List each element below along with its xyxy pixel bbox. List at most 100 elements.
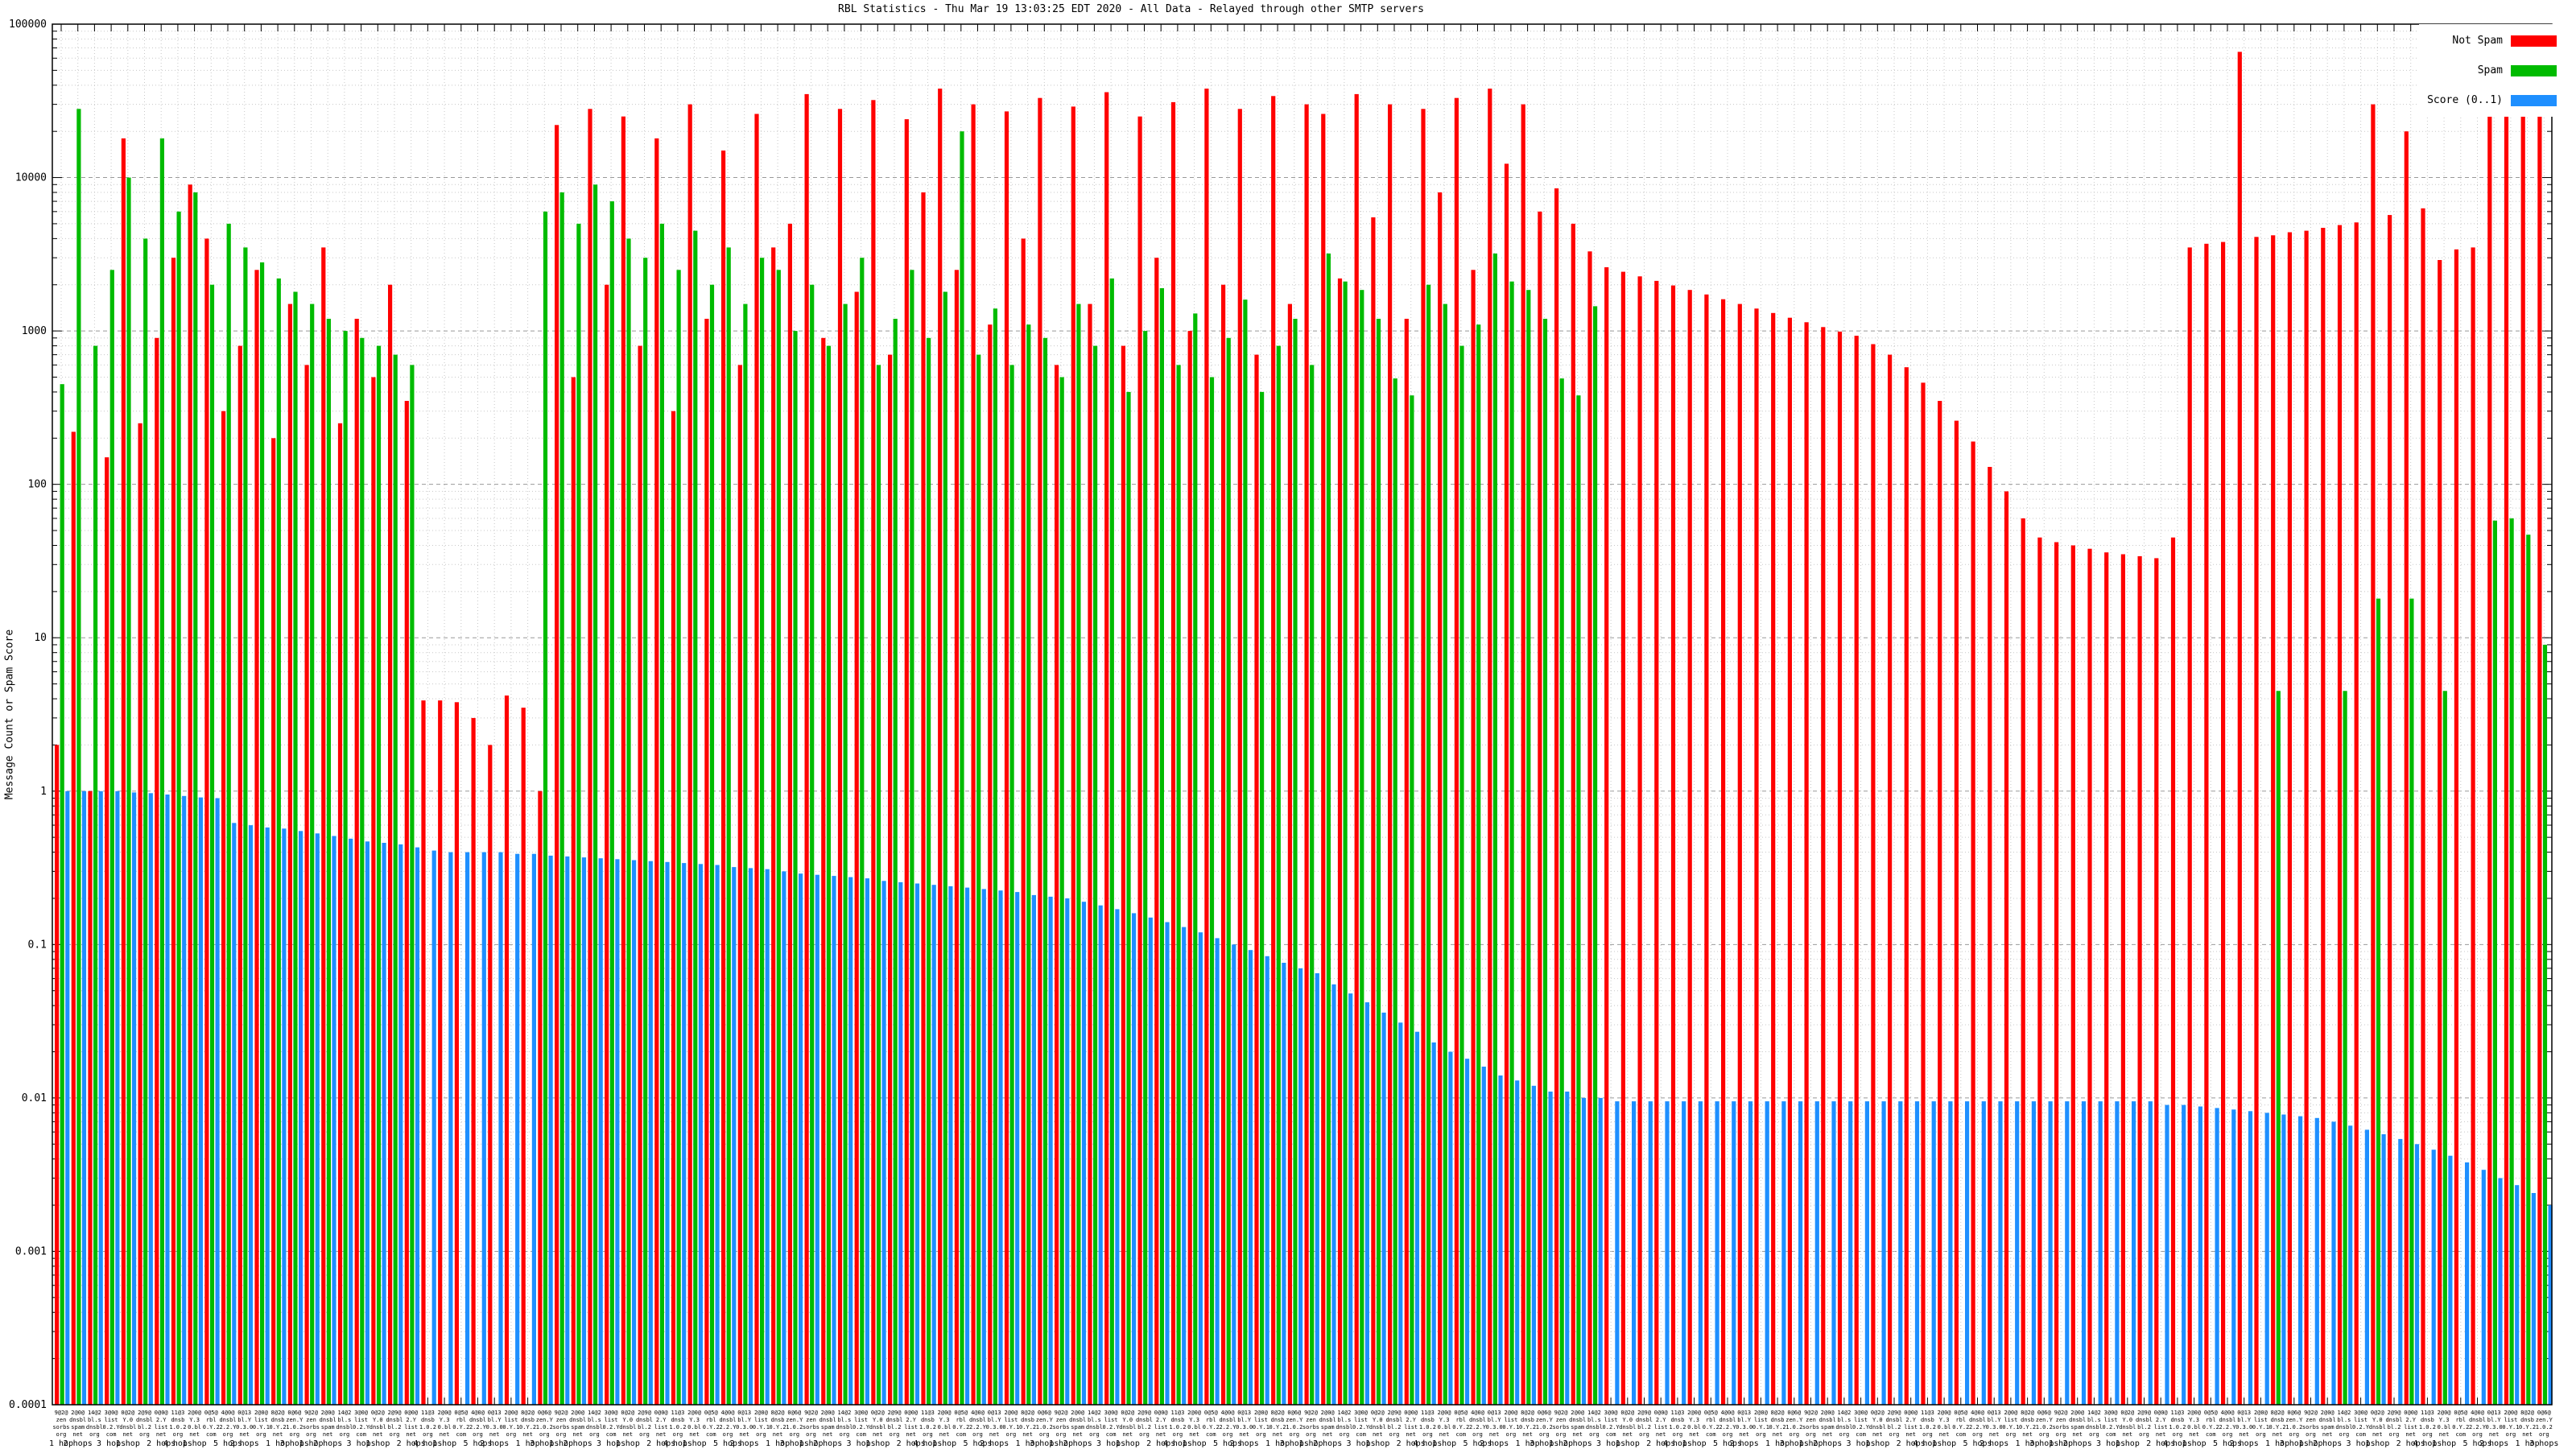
- x-tick-label: 0.Y.2: [952, 1424, 969, 1430]
- x-tick-label: dnsbl: [2335, 1424, 2352, 1430]
- bar-spam: [1109, 278, 1114, 1405]
- x-tick-label: 0.Y.2: [1769, 1424, 1786, 1430]
- x-tick-label: org: [2256, 1431, 2266, 1438]
- x-tick-label: 1.0.2: [2036, 1424, 2053, 1430]
- x-tick-label: bl.s: [1337, 1417, 1351, 1423]
- bar-spam: [676, 270, 681, 1405]
- x-tick-label: org: [1289, 1431, 1299, 1438]
- bar-score: [1465, 1059, 1470, 1405]
- bar-score: [2531, 1193, 2536, 1405]
- x-tick-label: 14@2: [2337, 1410, 2351, 1416]
- x-tick-label: dnsbl: [469, 1417, 486, 1423]
- x-tick-label: spam: [571, 1424, 584, 1430]
- x-tick-label: com: [456, 1431, 466, 1438]
- x-tick-label: 3@0@: [354, 1410, 369, 1416]
- bar-score: [2298, 1116, 2303, 1405]
- x-tick-label: net: [739, 1431, 749, 1438]
- x-tick-label: Y.0: [873, 1417, 883, 1423]
- x-hops-label: 1 hop: [865, 1439, 890, 1448]
- x-tick-label: dnsbl: [619, 1424, 636, 1430]
- bar-not-spam: [155, 337, 159, 1405]
- x-tick-label: dnsb: [1921, 1417, 1934, 1423]
- x-tick-label: net: [1939, 1431, 1950, 1438]
- bar-spam: [1076, 303, 1081, 1406]
- bar-not-spam: [1121, 345, 1125, 1406]
- bar-score: [448, 852, 453, 1405]
- bar-not-spam: [1170, 101, 1176, 1405]
- x-tick-label: dnsbl: [86, 1424, 103, 1430]
- x-tick-label: org: [556, 1431, 567, 1438]
- bar-score: [1315, 973, 1319, 1405]
- x-tick-label: 8@2@: [1771, 1410, 1785, 1416]
- x-tick-label: rbl: [2206, 1417, 2216, 1423]
- x-tick-label: dnsbl: [2369, 1424, 2386, 1430]
- x-tick-label: sorbs: [1552, 1424, 1569, 1430]
- x-tick-label: 2.2.Y: [219, 1424, 237, 1430]
- x-tick-label: Y.3: [440, 1417, 450, 1423]
- bar-spam: [1042, 337, 1048, 1405]
- x-tick-label: 1.0.2: [2285, 1424, 2302, 1430]
- x-tick-label: 0.Y.2: [770, 1424, 786, 1430]
- x-tick-label: 0@2@: [1871, 1410, 1885, 1416]
- x-tick-label: dnsb: [2170, 1417, 2184, 1423]
- bar-score: [148, 793, 153, 1405]
- x-tick-label: 11@3: [1421, 1410, 1435, 1416]
- bar-spam: [2509, 518, 2514, 1405]
- bar-spam: [276, 278, 281, 1405]
- bar-score: [1531, 1085, 1536, 1405]
- bar-not-spam: [687, 104, 692, 1406]
- x-tick-label: sorbs: [2052, 1424, 2069, 1430]
- x-tick-label: net: [939, 1431, 950, 1438]
- bar-not-spam: [1587, 251, 1592, 1405]
- x-tick-label: 0@13: [1488, 1410, 1501, 1416]
- x-tick-label: 2@0@: [938, 1410, 952, 1416]
- bar-not-spam: [2104, 552, 2109, 1406]
- x-tick-label: 0.bl: [1187, 1424, 1201, 1430]
- bar-spam: [893, 319, 898, 1405]
- bar-not-spam: [2287, 232, 2292, 1405]
- bar-not-spam: [321, 247, 326, 1405]
- x-tick-label: org: [923, 1431, 933, 1438]
- x-tick-label: Y.0: [373, 1417, 383, 1423]
- x-tick-label: list: [2404, 1424, 2417, 1430]
- y-tick-label: 1000: [22, 325, 47, 337]
- x-tick-label: 0@5@: [704, 1410, 719, 1416]
- bar-not-spam: [121, 138, 126, 1405]
- x-tick-label: 0@13: [1737, 1410, 1751, 1416]
- x-tick-label: 2@0@: [1938, 1410, 1952, 1416]
- x-tick-label: com: [706, 1431, 716, 1438]
- bar-spam: [1276, 345, 1281, 1406]
- x-tick-label: 0.Y.2: [1452, 1424, 1469, 1430]
- bar-spam: [176, 211, 181, 1405]
- bar-not-spam: [2037, 537, 2042, 1406]
- x-tick-label: 0.Y.1: [2002, 1424, 2019, 1430]
- bar-not-spam: [638, 345, 642, 1406]
- x-tick-label: org: [840, 1431, 850, 1438]
- bar-not-spam: [2388, 215, 2392, 1406]
- x-tick-label: Y.0: [622, 1417, 633, 1423]
- x-tick-label: dnsb: [671, 1417, 684, 1423]
- bar-spam: [1126, 391, 1131, 1405]
- x-tick-label: 0@6@: [787, 1410, 802, 1416]
- x-tick-label: 0.Y.2: [2519, 1424, 2536, 1430]
- x-tick-label: 0.bl: [938, 1424, 952, 1430]
- x-tick-label: bl.Y: [237, 1417, 252, 1423]
- x-tick-label: 4@0@: [2221, 1410, 2235, 1416]
- x-tick-label: zen.Y: [2285, 1417, 2303, 1423]
- x-tick-label: rbl: [1706, 1417, 1716, 1423]
- x-tick-label: list: [105, 1417, 118, 1423]
- x-tick-label: 2@0@: [2070, 1410, 2085, 1416]
- x-tick-label: sorbs: [2302, 1424, 2319, 1430]
- x-tick-label: 1.0.2: [1169, 1424, 1186, 1430]
- bar-not-spam: [1321, 114, 1326, 1405]
- x-tick-label: 0.bl: [687, 1424, 701, 1430]
- legend: Not Spam Spam Score (0..1): [2419, 24, 2560, 117]
- x-tick-label: zen.Y: [1286, 1417, 1303, 1423]
- bar-score: [2248, 1111, 2253, 1405]
- x-tick-label: org: [289, 1431, 299, 1438]
- bar-not-spam: [2471, 247, 2475, 1405]
- bar-not-spam: [1837, 331, 1843, 1405]
- x-tick-label: org: [1506, 1431, 1517, 1438]
- x-tick-label: 2.2.Y: [1969, 1424, 1987, 1430]
- bar-spam: [243, 247, 248, 1405]
